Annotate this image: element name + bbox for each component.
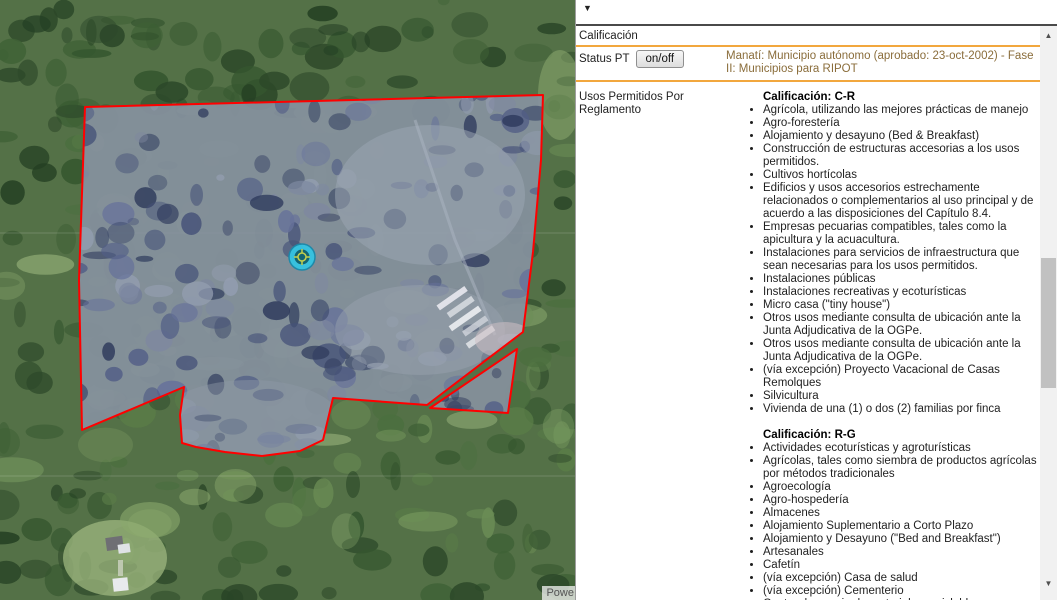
use-item: Cultivos hortícolas xyxy=(763,169,1038,182)
uses-label: Usos Permitidos Por Reglamento xyxy=(579,91,726,600)
uses-group: Calificación: C-RAgrícola, utilizando la… xyxy=(726,91,1038,416)
map-canvas[interactable]: Powe xyxy=(0,0,575,600)
status-toggle-button[interactable]: on/off xyxy=(636,50,685,68)
use-item: Vivienda de una (1) o dos (2) familias p… xyxy=(763,403,1038,416)
use-item: (vía excepción) Cementerio xyxy=(763,585,1038,598)
use-item: Agro-hospedería xyxy=(763,494,1038,507)
app-window: Powe ▼ Calificación Status PT on/off Man… xyxy=(0,0,1057,600)
status-label: Status PT xyxy=(579,53,630,66)
status-value: Manatí: Municipio autónomo (aprobado: 23… xyxy=(726,50,1040,76)
use-item: Agrícolas, tales como siembra de product… xyxy=(763,455,1038,481)
use-item: Construcción de estructuras accesorias a… xyxy=(763,143,1038,169)
use-item: Otros usos mediante consulta de ubicació… xyxy=(763,338,1038,364)
use-item: Artesanales xyxy=(763,546,1038,559)
use-item: Instalaciones para servicios de infraest… xyxy=(763,247,1038,273)
use-item: Micro casa ("tiny house") xyxy=(763,299,1038,312)
use-item: Actividades ecoturísticas y agroturístic… xyxy=(763,442,1038,455)
scroll-down-icon[interactable]: ▼ xyxy=(1040,576,1057,592)
panel-section-title: Calificación xyxy=(579,30,638,42)
use-item: Agro-forestería xyxy=(763,117,1038,130)
use-item: Alojamiento Suplementario a Corto Plazo xyxy=(763,520,1038,533)
panel-content: Calificación Status PT on/off Manatí: Mu… xyxy=(576,26,1040,600)
location-marker-icon[interactable] xyxy=(289,244,315,270)
scrollbar-track[interactable]: ▲ ▼ xyxy=(1040,26,1057,600)
use-item: Cafetín xyxy=(763,559,1038,572)
uses-row: Usos Permitidos Por Reglamento Calificac… xyxy=(576,82,1040,600)
scrollbar-thumb[interactable] xyxy=(1041,258,1056,388)
use-item: Instalaciones recreativas y ecoturística… xyxy=(763,286,1038,299)
section-header-row: Calificación xyxy=(576,26,1040,47)
group-heading: Calificación: C-R xyxy=(763,91,1038,104)
use-item: Agroecología xyxy=(763,481,1038,494)
info-panel: ▼ Calificación Status PT on/off Manatí: … xyxy=(575,0,1057,600)
house-roof xyxy=(112,577,128,591)
collapse-arrow-icon[interactable]: ▼ xyxy=(583,2,592,15)
use-item: Empresas pecuarias compatibles, tales co… xyxy=(763,221,1038,247)
status-row: Status PT on/off Manatí: Municipio autón… xyxy=(576,47,1040,82)
use-item: Almacenes xyxy=(763,507,1038,520)
use-item: (vía excepción) Casa de salud xyxy=(763,572,1038,585)
satellite-map[interactable] xyxy=(0,0,575,600)
use-item: Agrícola, utilizando las mejores práctic… xyxy=(763,104,1038,117)
use-item: Alojamiento y Desayuno ("Bed and Breakfa… xyxy=(763,533,1038,546)
map-attribution: Powe xyxy=(542,586,575,600)
use-item: Instalaciones públicas xyxy=(763,273,1038,286)
uses-group: Calificación: R-GActividades ecoturístic… xyxy=(726,429,1038,600)
use-item: Alojamiento y desayuno (Bed & Breakfast) xyxy=(763,130,1038,143)
use-item: Silvicultura xyxy=(763,390,1038,403)
group-heading: Calificación: R-G xyxy=(763,429,1038,442)
uses-content: Calificación: C-RAgrícola, utilizando la… xyxy=(726,91,1040,600)
uses-list: Agrícola, utilizando las mejores práctic… xyxy=(726,104,1038,416)
use-item: (vía excepción) Proyecto Vacacional de C… xyxy=(763,364,1038,390)
scroll-up-icon[interactable]: ▲ xyxy=(1040,28,1057,44)
use-item: Edificios y usos accesorios estrechament… xyxy=(763,182,1038,221)
uses-list: Actividades ecoturísticas y agroturístic… xyxy=(726,442,1038,600)
panel-topbar: ▼ xyxy=(576,0,1057,26)
use-item: Otros usos mediante consulta de ubicació… xyxy=(763,312,1038,338)
